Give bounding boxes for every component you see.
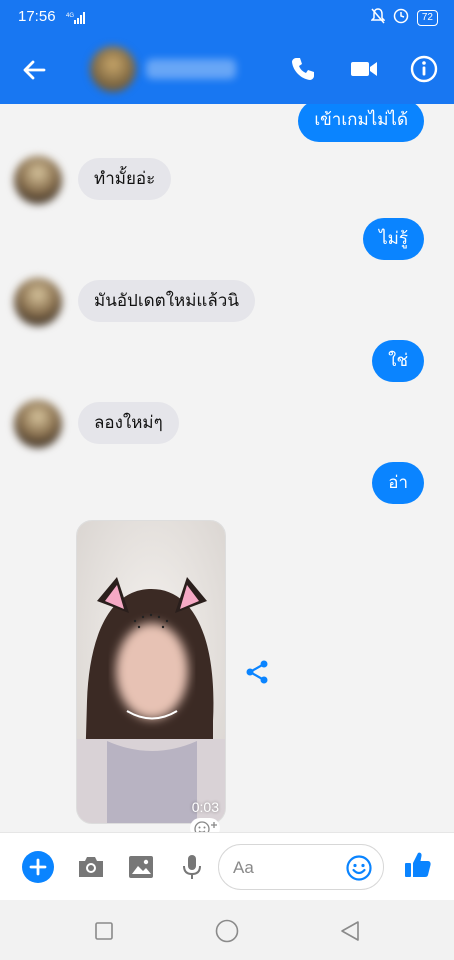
back-button[interactable]: [18, 54, 50, 86]
contact-avatar[interactable]: [90, 46, 136, 92]
message-bubble-incoming[interactable]: ลองใหม่ๆ: [78, 402, 179, 444]
system-navigation-bar: [0, 900, 454, 960]
message-input[interactable]: [233, 855, 343, 881]
message-bubble-incoming[interactable]: มันอัปเดตใหม่แล้วนิ: [78, 280, 255, 322]
message-bubble-outgoing[interactable]: เข้าเกมไม่ได้: [298, 104, 424, 142]
contact-avatar-small[interactable]: [14, 400, 62, 448]
contact-avatar-small[interactable]: [14, 156, 62, 204]
gallery-button[interactable]: [125, 851, 157, 883]
alarm-icon: [393, 8, 409, 28]
info-icon: [410, 55, 438, 83]
message-bubble-incoming[interactable]: ทำมั้ยอ่ะ: [78, 158, 172, 200]
voice-message-button[interactable]: [176, 851, 208, 883]
status-time: 17:56: [18, 8, 56, 25]
system-back-button[interactable]: [337, 918, 363, 944]
message-input-container[interactable]: [218, 844, 384, 890]
camera-icon: [79, 857, 103, 877]
plus-icon: [29, 858, 47, 876]
video-call-button[interactable]: [349, 54, 379, 84]
emoji-icon: [346, 855, 372, 881]
share-icon: [246, 660, 268, 684]
add-reaction-button[interactable]: [190, 818, 220, 832]
message-thread[interactable]: เข้าเกมไม่ได้ ทำมั้ยอ่ะ ไม่รู้ มันอัปเดต…: [0, 104, 454, 832]
emoji-button[interactable]: [345, 854, 373, 882]
send-like-button[interactable]: [402, 849, 434, 881]
back-arrow-icon: [23, 60, 46, 80]
camera-button[interactable]: [75, 851, 107, 883]
video-message[interactable]: 0:03: [76, 520, 226, 824]
message-bubble-outgoing[interactable]: อ่า: [372, 462, 424, 504]
network-label: 4G: [66, 13, 74, 19]
message-bubble-outgoing[interactable]: ใช่: [372, 340, 424, 382]
phone-icon: [292, 58, 314, 80]
signal-icon: 4G: [66, 10, 86, 29]
conversation-info-button[interactable]: [409, 54, 439, 84]
image-icon: [129, 856, 153, 878]
status-right: 72: [370, 8, 438, 28]
voice-call-button[interactable]: [288, 54, 318, 84]
message-composer: [0, 832, 454, 900]
back-icon: [341, 921, 359, 941]
video-camera-icon: [351, 62, 377, 76]
status-bar: 17:56 4G 72: [0, 0, 454, 34]
message-bubble-outgoing[interactable]: ไม่รู้: [363, 218, 424, 260]
share-video-button[interactable]: [244, 658, 272, 686]
add-reaction-icon: [194, 821, 217, 832]
more-actions-button[interactable]: [22, 851, 54, 883]
contact-name[interactable]: [146, 59, 236, 79]
home-button[interactable]: [214, 918, 240, 944]
recent-apps-button[interactable]: [91, 918, 117, 944]
chat-header: [0, 34, 454, 104]
notification-muted-icon: [370, 8, 386, 28]
battery-indicator: 72: [416, 10, 438, 26]
home-icon: [215, 919, 239, 943]
recent-apps-icon: [95, 922, 113, 940]
thumbs-up-icon: [405, 852, 431, 877]
microphone-icon: [183, 855, 201, 879]
video-duration: 0:03: [191, 799, 219, 815]
contact-avatar-small[interactable]: [14, 278, 62, 326]
video-thumbnail: [77, 521, 225, 823]
